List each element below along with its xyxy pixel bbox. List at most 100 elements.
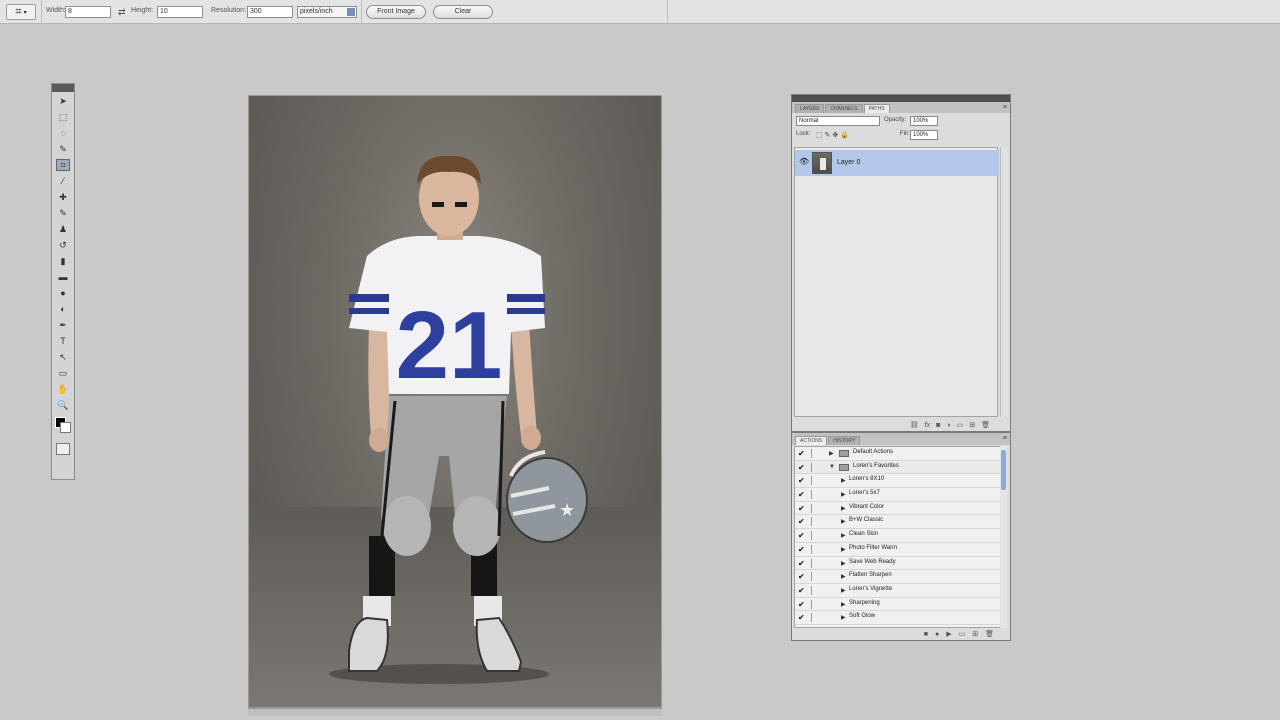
checkmark-icon[interactable]: ✔: [798, 545, 805, 554]
action-set-row[interactable]: ✔ ▼ Loren's Favorites: [795, 460, 1003, 475]
dialog-toggle[interactable]: [811, 544, 819, 554]
action-set-row[interactable]: ✔ ▶ Default Actions: [795, 447, 1003, 461]
action-row[interactable]: ✔ ▶ Soft Glow: [795, 611, 1003, 625]
triangle-right-icon[interactable]: ▶: [841, 573, 846, 580]
checkmark-icon[interactable]: ✔: [798, 517, 805, 526]
action-row[interactable]: ✔ ▶ Loren's Vignette: [795, 584, 1003, 598]
scrollbar-thumb[interactable]: [1001, 450, 1006, 490]
eyedropper-icon[interactable]: ⁄: [56, 175, 70, 187]
new-set-icon[interactable]: ▭: [959, 630, 966, 638]
clear-button[interactable]: Clear: [433, 5, 493, 19]
swap-dimensions-icon[interactable]: ⇄: [118, 7, 126, 18]
quick-mask-button[interactable]: [56, 443, 70, 455]
action-row[interactable]: ✔ ▶ Flatten Sharpen: [795, 570, 1003, 584]
triangle-right-icon[interactable]: ▶: [841, 532, 846, 539]
checkmark-icon[interactable]: ✔: [798, 600, 805, 609]
new-group-icon[interactable]: ▭: [957, 421, 964, 429]
layer-mask-icon[interactable]: ◙: [936, 422, 940, 429]
tools-panel-titlebar[interactable]: [52, 84, 74, 92]
crop-icon[interactable]: ⌗: [56, 159, 70, 171]
dialog-toggle[interactable]: [811, 585, 819, 595]
dodge-icon[interactable]: ◐: [56, 303, 70, 315]
tool-preset-picker[interactable]: ⌗ ▾: [6, 4, 36, 20]
zoom-icon[interactable]: 🔍: [56, 399, 70, 411]
action-row[interactable]: ✔ ▶ Loren's 5x7: [795, 488, 1003, 502]
dialog-toggle[interactable]: [811, 476, 819, 486]
checkmark-icon[interactable]: ✔: [798, 449, 805, 458]
dialog-toggle[interactable]: [811, 503, 819, 513]
checkmark-icon[interactable]: ✔: [798, 572, 805, 581]
opacity-input[interactable]: 100%: [910, 116, 938, 126]
checkmark-icon[interactable]: ✔: [798, 531, 805, 540]
brush-icon[interactable]: ✎: [56, 207, 70, 219]
new-layer-icon[interactable]: ⊞: [969, 421, 975, 429]
tab-channels[interactable]: CHANNELS: [825, 104, 863, 113]
resolution-input[interactable]: 300: [247, 6, 293, 18]
layer-name[interactable]: Layer 0: [837, 159, 860, 166]
checkmark-icon[interactable]: ✔: [798, 463, 805, 472]
lasso-icon[interactable]: ◌: [56, 127, 70, 139]
background-color-swatch[interactable]: [60, 422, 71, 433]
shape-icon[interactable]: ▭: [56, 367, 70, 379]
marquee-icon[interactable]: ⬚: [56, 111, 70, 123]
tab-actions[interactable]: ACTIONS: [795, 436, 828, 445]
healing-brush-icon[interactable]: ✚: [56, 191, 70, 203]
triangle-right-icon[interactable]: ▶: [829, 450, 834, 457]
panel-menu-icon[interactable]: ≡: [1003, 104, 1007, 111]
eraser-icon[interactable]: ▮: [56, 255, 70, 267]
checkmark-icon[interactable]: ✔: [798, 586, 805, 595]
action-row[interactable]: ✔ ▶ Save Web Ready: [795, 557, 1003, 571]
tab-history[interactable]: HISTORY: [828, 436, 861, 445]
dialog-toggle[interactable]: [811, 449, 819, 458]
stop-icon[interactable]: ■: [924, 631, 928, 638]
triangle-right-icon[interactable]: ▶: [841, 560, 846, 567]
height-input[interactable]: 10: [157, 6, 203, 18]
triangle-right-icon[interactable]: ▶: [841, 587, 846, 594]
action-row[interactable]: ✔ ▶ Sharpening: [795, 598, 1003, 612]
action-row[interactable]: ✔ ▶ Vibrant Color: [795, 502, 1003, 516]
quick-selection-icon[interactable]: ✎: [56, 143, 70, 155]
resolution-unit-select[interactable]: pixels/inch: [297, 6, 357, 18]
actions-scrollbar[interactable]: [1000, 446, 1007, 628]
checkmark-icon[interactable]: ✔: [798, 490, 805, 499]
triangle-down-icon[interactable]: ▼: [829, 464, 835, 470]
blend-mode-select[interactable]: Normal: [796, 116, 880, 126]
layer-style-icon[interactable]: fx: [925, 422, 930, 429]
width-input[interactable]: 8: [65, 6, 111, 18]
link-layers-icon[interactable]: ⛓: [910, 421, 919, 429]
dialog-toggle[interactable]: [811, 531, 819, 541]
triangle-right-icon[interactable]: ▶: [841, 518, 846, 525]
pen-icon[interactable]: ✒: [56, 319, 70, 331]
action-row[interactable]: ✔ ▶ Photo Filter Warm: [795, 543, 1003, 557]
action-row[interactable]: ✔ ▶ Loren's 8X10: [795, 474, 1003, 489]
blur-icon[interactable]: ●: [56, 287, 70, 299]
adjustment-layer-icon[interactable]: ◑: [946, 422, 950, 429]
checkmark-icon[interactable]: ✔: [798, 559, 805, 568]
dialog-toggle[interactable]: [811, 462, 819, 472]
dialog-toggle[interactable]: [811, 599, 819, 609]
triangle-right-icon[interactable]: ▶: [841, 477, 846, 484]
history-brush-icon[interactable]: ↺: [56, 239, 70, 251]
new-action-icon[interactable]: ⊞: [972, 630, 978, 638]
fill-input[interactable]: 100%: [910, 130, 938, 140]
type-icon[interactable]: T: [56, 335, 70, 347]
eye-icon[interactable]: 👁: [799, 157, 809, 166]
dialog-toggle[interactable]: [811, 517, 819, 527]
trash-icon[interactable]: 🗑: [985, 630, 994, 638]
triangle-right-icon[interactable]: ▶: [841, 614, 846, 621]
front-image-button[interactable]: Front Image: [366, 5, 426, 19]
dialog-toggle[interactable]: [811, 490, 819, 500]
triangle-right-icon[interactable]: ▶: [841, 491, 846, 498]
tab-paths[interactable]: PATHS: [863, 104, 890, 113]
trash-icon[interactable]: 🗑: [981, 421, 990, 429]
triangle-right-icon[interactable]: ▶: [841, 505, 846, 512]
checkmark-icon[interactable]: ✔: [798, 504, 805, 513]
dialog-toggle[interactable]: [811, 572, 819, 582]
layers-scrollbar[interactable]: [1000, 147, 1008, 417]
path-selection-icon[interactable]: ↖: [56, 351, 70, 363]
tab-layers[interactable]: LAYERS: [795, 104, 825, 113]
triangle-right-icon[interactable]: ▶: [841, 601, 846, 608]
action-row[interactable]: ✔ ▶ B+W Classic: [795, 515, 1003, 530]
move-icon[interactable]: ➤: [56, 95, 70, 107]
record-icon[interactable]: ●: [935, 631, 939, 638]
